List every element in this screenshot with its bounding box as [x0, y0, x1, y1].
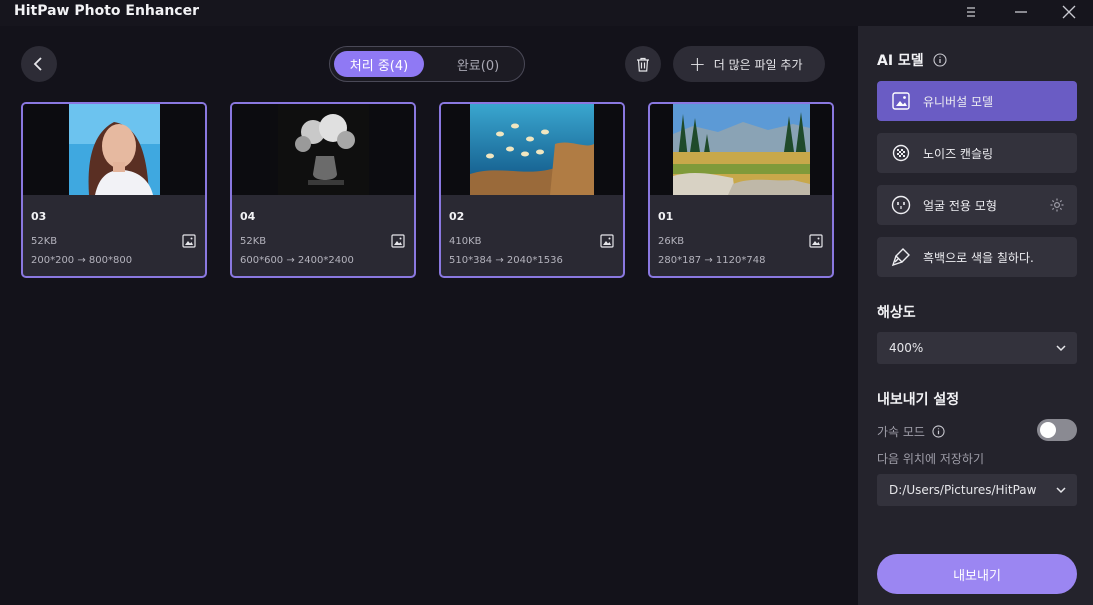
model-face-button[interactable]: 얼굴 전용 모형 [877, 185, 1077, 225]
info-icon[interactable] [933, 53, 947, 67]
image-icon [891, 91, 911, 111]
model-label: 얼굴 전용 모형 [923, 198, 997, 213]
thumbnail [232, 104, 414, 195]
noise-icon [891, 143, 911, 163]
accel-mode-toggle[interactable] [1037, 419, 1077, 441]
save-location-select[interactable]: D:/Users/Pictures/HitPaw [877, 474, 1077, 506]
file-name: 01 [658, 210, 674, 223]
main-area: 처리 중(4) 완료(0) + 더 많은 파일 추가 03 52KB 200*2… [0, 26, 858, 605]
menu-button[interactable] [949, 0, 993, 24]
menu-icon [967, 7, 975, 17]
status-tabs: 처리 중(4) 완료(0) [329, 46, 525, 82]
model-universal-button[interactable]: 유니버설 모델 [877, 81, 1077, 121]
app-title: HitPaw Photo Enhancer [14, 3, 199, 19]
close-icon [1062, 5, 1076, 19]
file-name: 03 [31, 210, 47, 223]
ai-model-title: AI 모델 [877, 53, 924, 69]
chevron-down-icon [1056, 487, 1066, 494]
file-dimensions: 280*187 → 1120*748 [658, 255, 766, 266]
minimize-button[interactable] [999, 0, 1043, 24]
tab-completed[interactable]: 완료(0) [434, 51, 522, 77]
resolution-title: 해상도 [877, 305, 916, 321]
file-name: 04 [240, 210, 256, 223]
resolution-value: 400% [889, 341, 924, 355]
portrait-image [69, 104, 160, 195]
file-size: 26KB [658, 236, 685, 247]
thumbnail [441, 104, 623, 195]
thumbnail [650, 104, 832, 195]
model-colorize-button[interactable]: 흑백으로 색을 칠하다. [877, 237, 1077, 277]
image-icon [391, 234, 405, 248]
chevron-down-icon [1056, 345, 1066, 352]
image-icon [182, 234, 196, 248]
file-card[interactable]: 04 52KB 600*600 → 2400*2400 [230, 102, 416, 278]
flowers-image [278, 104, 369, 195]
file-card[interactable]: 03 52KB 200*200 → 800*800 [21, 102, 207, 278]
back-button[interactable] [21, 46, 57, 82]
file-name: 02 [449, 210, 465, 223]
model-label: 흑백으로 색을 칠하다. [923, 250, 1034, 265]
plus-icon: + [689, 52, 706, 76]
export-settings-title: 내보내기 설정 [877, 392, 960, 408]
landscape-image [673, 104, 810, 195]
minimize-icon [1015, 11, 1027, 13]
file-size: 52KB [240, 236, 267, 247]
save-path: D:/Users/Pictures/HitPaw [889, 483, 1037, 497]
info-icon[interactable] [932, 425, 945, 438]
toggle-knob [1040, 422, 1056, 438]
file-card[interactable]: 02 410KB 510*384 → 2040*1536 [439, 102, 625, 278]
file-dimensions: 510*384 → 2040*1536 [449, 255, 563, 266]
model-denoise-button[interactable]: 노이즈 캔슬링 [877, 133, 1077, 173]
title-bar: HitPaw Photo Enhancer [0, 0, 1093, 26]
file-size: 52KB [31, 236, 58, 247]
model-label: 노이즈 캔슬링 [923, 146, 994, 161]
chevron-left-icon [33, 57, 42, 71]
gear-icon[interactable] [1049, 197, 1065, 213]
file-size: 410KB [449, 236, 482, 247]
trash-icon [637, 57, 649, 72]
brush-icon [891, 247, 911, 267]
accel-mode-heading: 가속 모드 [877, 423, 945, 440]
delete-button[interactable] [625, 46, 661, 82]
face-icon [891, 195, 911, 215]
add-files-label: 더 많은 파일 추가 [713, 57, 803, 72]
file-card[interactable]: 01 26KB 280*187 → 1120*748 [648, 102, 834, 278]
close-button[interactable] [1047, 0, 1091, 24]
resolution-select[interactable]: 400% [877, 332, 1077, 364]
settings-panel: AI 모델 유니버설 모델 노이즈 캔슬링 얼굴 전용 모형 흑백으로 색을 칠… [858, 26, 1093, 605]
file-dimensions: 600*600 → 2400*2400 [240, 255, 354, 266]
export-button[interactable]: 내보내기 [877, 554, 1077, 594]
file-dimensions: 200*200 → 800*800 [31, 255, 133, 266]
reef-fish-image [470, 104, 594, 195]
tab-processing[interactable]: 처리 중(4) [334, 51, 424, 77]
thumbnail [23, 104, 205, 195]
image-icon [809, 234, 823, 248]
save-location-label: 다음 위치에 저장하기 [877, 452, 984, 466]
ai-model-heading: AI 모델 [877, 50, 947, 70]
accel-mode-label: 가속 모드 [877, 425, 925, 439]
add-files-button[interactable]: + 더 많은 파일 추가 [673, 46, 825, 82]
image-icon [600, 234, 614, 248]
model-label: 유니버설 모델 [923, 94, 994, 109]
